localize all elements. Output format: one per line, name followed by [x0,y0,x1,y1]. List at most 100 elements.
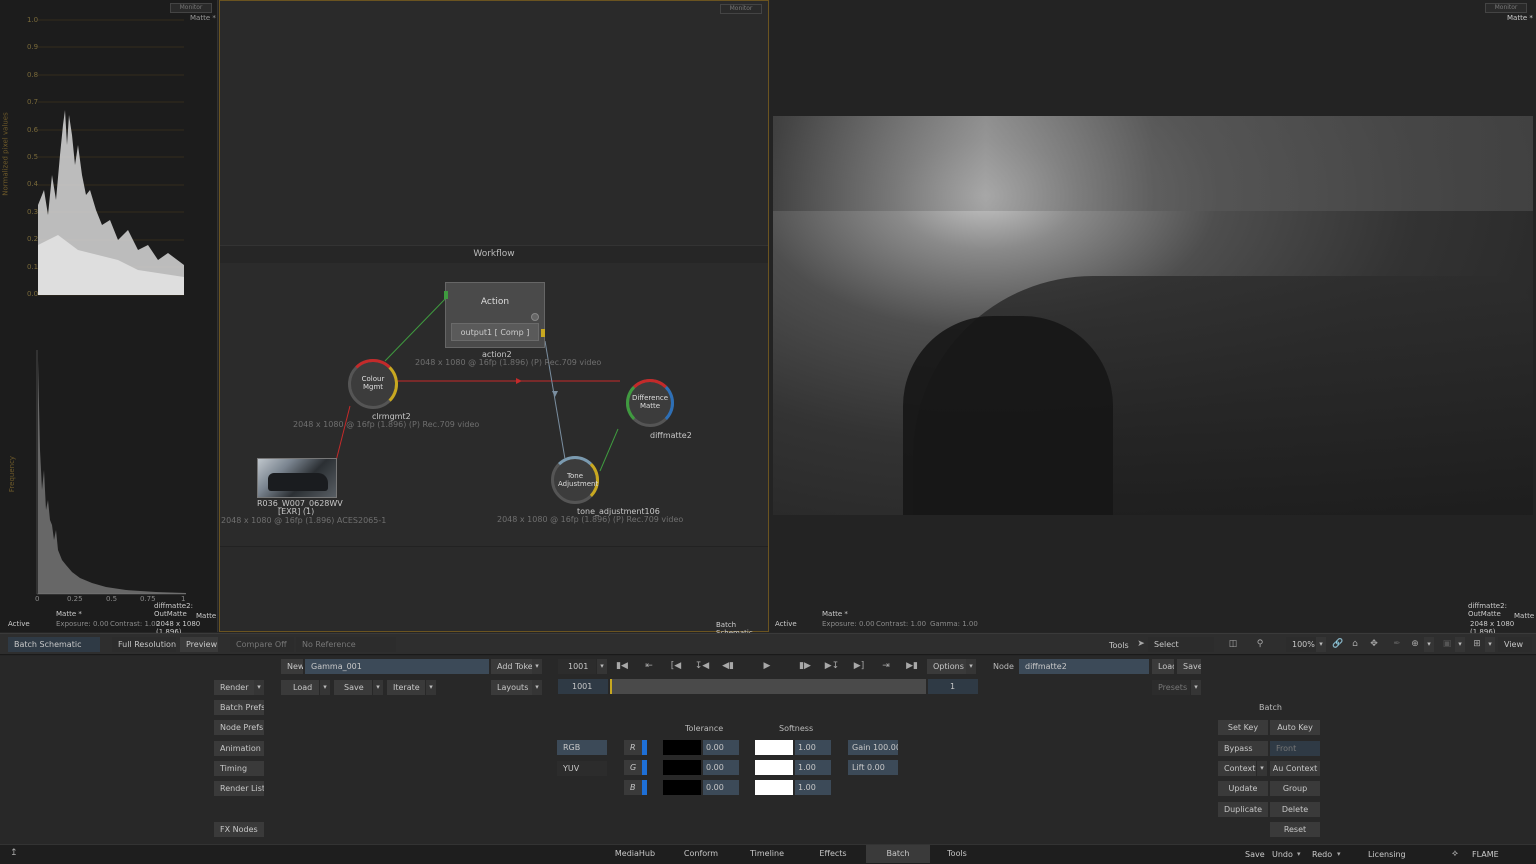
status-save-button[interactable]: Save [1245,850,1265,859]
compare-button[interactable]: Compare Off [230,637,294,652]
channel-r-button[interactable]: R [624,740,642,755]
timeline-bar[interactable] [610,679,926,694]
tab-tools[interactable]: Tools [932,845,982,863]
reference-button[interactable]: No Reference [296,637,396,652]
options-button[interactable]: Options [927,659,967,674]
redo-dropdown-icon[interactable]: ▾ [1337,850,1341,858]
go-start-icon[interactable]: ▮◀ [614,659,630,674]
softness-field[interactable]: 1.00 [795,780,831,795]
add-token-button[interactable]: Add Token [491,659,533,674]
undo-button[interactable]: Undo [1272,850,1293,859]
action-output-socket[interactable]: output1 [ Comp ] [451,323,539,341]
next-key-icon[interactable]: ⇥ [878,659,894,674]
split-view-icon[interactable]: ◫ [1225,637,1241,652]
save-dropdown-icon[interactable]: ▾ [373,680,383,695]
gain-field[interactable]: Gain 100.00 [848,740,898,755]
pick-icon[interactable]: ✒ [1390,637,1404,652]
prev-in-icon[interactable]: [◀ [668,659,684,674]
add-token-dropdown-icon[interactable]: ▾ [532,659,542,674]
next-out-icon[interactable]: ▶] [851,659,867,674]
au-context-button[interactable]: Au Context [1270,761,1320,776]
set-key-button[interactable]: Set Key [1218,720,1268,735]
bypass-button[interactable]: Bypass [1218,741,1268,756]
save-button[interactable]: Save [334,680,372,695]
softness-field[interactable]: 1.00 [795,740,831,755]
presets-dropdown-icon[interactable]: ▾ [1191,680,1201,695]
context-dropdown-icon[interactable]: ▾ [1257,761,1267,776]
tab-timeline[interactable]: Timeline [742,845,792,863]
load-button[interactable]: Load [281,680,319,695]
tolerance-field[interactable]: 0.00 [703,780,739,795]
iterate-dropdown-icon[interactable]: ▾ [426,680,436,695]
zoom-search-icon[interactable]: ⚲ [1252,637,1268,652]
tab-mediahub[interactable]: MediaHub [610,845,660,863]
new-button[interactable]: New [281,659,303,674]
softness-field[interactable]: 1.00 [795,760,831,775]
action-input-port[interactable] [444,291,448,299]
render-dropdown-icon[interactable]: ▾ [254,680,264,695]
fx-nodes-button[interactable]: FX Nodes [214,822,264,837]
undo-dropdown-icon[interactable]: ▾ [1297,850,1301,858]
add-view-icon[interactable]: ⊞ [1470,637,1484,652]
licensing-button[interactable]: Licensing [1368,850,1406,859]
frame-dropdown-icon[interactable]: ▾ [597,659,607,674]
tolerance-swatch[interactable] [663,760,701,775]
difference-matte-node[interactable]: Difference Matte [626,379,674,427]
tolerance-swatch[interactable] [663,740,701,755]
presets-button[interactable]: Presets [1152,680,1190,695]
link-icon[interactable]: 🔗 [1331,637,1345,652]
front-field[interactable]: Front [1270,741,1320,756]
step-forward-icon[interactable]: ▮▶ [797,659,813,674]
auto-key-button[interactable]: Auto Key [1270,720,1320,735]
rgb-mode-button[interactable]: RGB [557,740,607,755]
frame-field[interactable]: 1001 [558,659,596,674]
expand-icon[interactable]: ↥ [10,848,18,858]
redo-button[interactable]: Redo [1312,850,1332,859]
setup-name-field[interactable]: Gamma_001 [305,659,489,674]
layouts-dropdown-icon[interactable]: ▾ [532,680,542,695]
play-icon[interactable]: ▶ [760,659,774,674]
overlay-dropdown-icon[interactable]: ▾ [1455,637,1465,652]
yuv-mode-button[interactable]: YUV [557,761,607,776]
monitor-button[interactable]: Monitor [1485,3,1527,13]
full-resolution-button[interactable]: Full Resolution [112,637,176,652]
timeline-value-field[interactable]: 1 [928,679,978,694]
lift-field[interactable]: Lift 0.00 [848,760,898,775]
step-back-icon[interactable]: ◀▮ [720,659,736,674]
group-button[interactable]: Group [1270,781,1320,796]
target-dropdown-icon[interactable]: ▾ [1424,637,1434,652]
tab-batch[interactable]: Batch [866,845,930,863]
node-load-button[interactable]: Load [1152,659,1174,674]
animation-button[interactable]: Animation [214,741,264,756]
batch-schematic-button[interactable]: Batch Schematic [8,637,100,652]
zoom-level[interactable]: 100% [1286,637,1316,652]
tolerance-field[interactable]: 0.00 [703,740,739,755]
overlay-icon[interactable]: ▣ [1440,637,1454,652]
monitor-button[interactable]: Monitor [170,3,212,13]
select-cursor-icon[interactable]: ➤ [1136,637,1146,652]
tolerance-swatch[interactable] [663,780,701,795]
channel-g-button[interactable]: G [624,760,642,775]
update-button[interactable]: Update [1218,781,1268,796]
next-mark-icon[interactable]: ▶↧ [824,659,840,674]
add-view-dropdown-icon[interactable]: ▾ [1485,637,1495,652]
home-icon[interactable]: ⌂ [1348,637,1362,652]
preview-button[interactable]: Preview [180,637,218,652]
tab-conform[interactable]: Conform [676,845,726,863]
tab-effects[interactable]: Effects [808,845,858,863]
timeline-start-field[interactable]: 1001 [558,679,608,694]
delete-button[interactable]: Delete [1270,802,1320,817]
duplicate-button[interactable]: Duplicate [1218,802,1268,817]
zoom-dropdown-icon[interactable]: ▾ [1316,637,1326,652]
viewer-panel[interactable]: Monitor Matte * Matte * diffmatte2: OutM… [770,0,1536,636]
pan-icon[interactable]: ✥ [1367,637,1381,652]
softness-swatch[interactable] [755,760,793,775]
view-button[interactable]: View [1498,637,1532,652]
channel-b-button[interactable]: B [624,780,642,795]
softness-swatch[interactable] [755,780,793,795]
prev-mark-icon[interactable]: ↧◀ [694,659,710,674]
node-prefs-button[interactable]: Node Prefs [214,720,264,735]
colour-mgmt-node[interactable]: Colour Mgmt [348,359,398,409]
tone-adjustment-node[interactable]: Tone Adjustment [551,456,599,504]
load-dropdown-icon[interactable]: ▾ [320,680,330,695]
